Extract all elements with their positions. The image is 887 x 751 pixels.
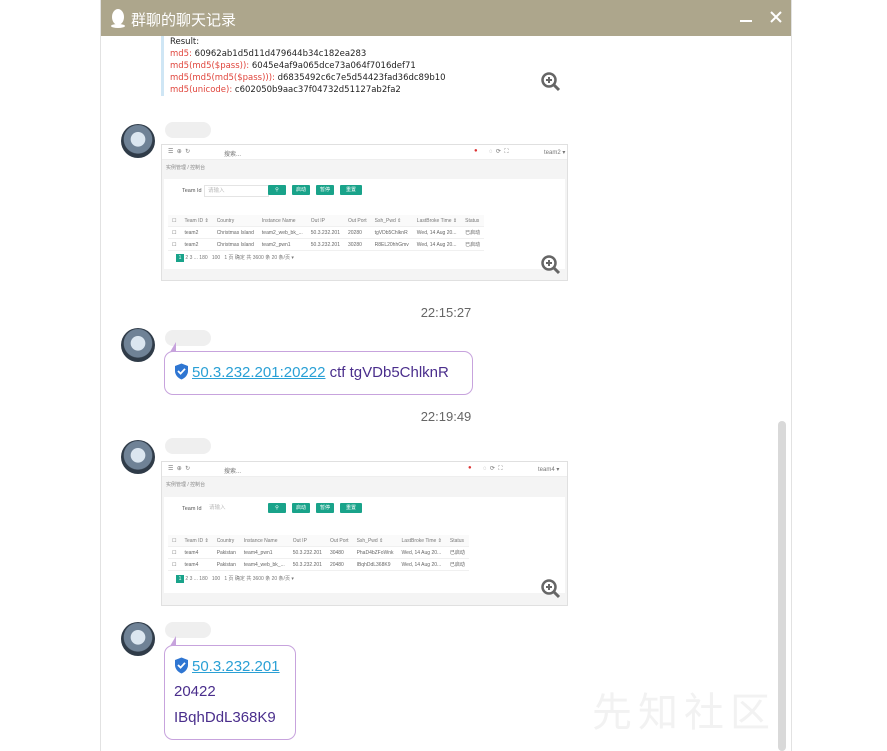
- avatar[interactable]: [121, 440, 155, 474]
- admin-panel-screenshot[interactable]: ☰ ⊕ ↻ 搜索... ● ◌ ⟳ ⛶ team2 ▾ 实例管理 / 控制台 T…: [161, 144, 568, 281]
- timestamp: 22:15:27: [420, 305, 472, 320]
- message-link[interactable]: 50.3.232.201:20222: [192, 364, 325, 381]
- screenshot-topbar: ☰ ⊕ ↻ 搜索... ● ◌ ⟳ ⛶ team4 ▾: [162, 462, 567, 477]
- shield-icon: [175, 657, 188, 674]
- zoom-in-icon[interactable]: [541, 579, 561, 599]
- admin-panel-screenshot[interactable]: ☰ ⊕ ↻ 搜索... ● ◌ ⟳ ⛶ team4 ▾ 实例管理 / 控制台 T…: [161, 461, 568, 606]
- avatar[interactable]: [121, 124, 155, 158]
- qq-penguin-icon: [111, 9, 125, 28]
- message-link[interactable]: 50.3.232.201: [192, 658, 280, 675]
- hash-line: md5: 60962ab1d5d11d479644b34c182ea283: [170, 49, 367, 59]
- screenshot-panel: Team Id 请输入 ⚲ 启动 暂停 重置 ☐ Team ID ⇕ Country…: [164, 179, 565, 269]
- screenshot-pager: 1 2 3 ... 180 100 1 页 确定 共 3600 条 20 条/页…: [176, 575, 294, 583]
- message-bubble[interactable]: 50.3.232.201 20422 IBqhDdL368K9: [164, 636, 296, 740]
- message-text-line: IBqhDdL368K9: [174, 709, 276, 726]
- hash-line: md5(md5($pass)): 6045e4af9a065dce73a064f…: [170, 61, 416, 71]
- message-text-line: 20422: [174, 683, 216, 700]
- shield-icon: [175, 363, 188, 380]
- close-icon[interactable]: [767, 8, 785, 26]
- screenshot-topbar: ☰ ⊕ ↻ 搜索... ● ◌ ⟳ ⛶ team2 ▾: [162, 145, 567, 160]
- hash-line: md5(unicode): c602050b9aac37f04732d51127…: [170, 85, 401, 95]
- screenshot-breadcrumb: 实例管理 / 控制台: [166, 482, 206, 488]
- scrollbar[interactable]: [778, 421, 786, 751]
- minimize-icon[interactable]: [737, 8, 755, 26]
- result-label: Result:: [170, 37, 200, 47]
- screenshot-breadcrumb: 实例管理 / 控制台: [166, 165, 206, 171]
- title-bar: 群聊的聊天记录: [101, 0, 791, 36]
- message-text: ctf tgVDb5ChlknR: [325, 364, 449, 381]
- avatar[interactable]: [121, 328, 155, 362]
- watermark: 先知社区: [592, 690, 776, 736]
- sender-name-blurred: [165, 438, 211, 454]
- avatar[interactable]: [121, 622, 155, 656]
- message-bubble[interactable]: 50.3.232.201:20222 ctf tgVDb5ChlknR: [164, 342, 473, 395]
- hash-result-block: Result: md5: 60962ab1d5d11d479644b34c182…: [161, 36, 470, 96]
- screenshot-panel: Team Id 请输入 ⚲ 启动 暂停 重置 ☐ Team ID ⇕ Country…: [164, 497, 565, 593]
- zoom-in-icon[interactable]: [541, 72, 561, 92]
- window-title: 群聊的聊天记录: [131, 12, 237, 29]
- hash-line: md5(md5(md5($pass))): d6835492c6c7e5d544…: [170, 73, 446, 83]
- screenshot-table: ☐ Team ID ⇕ Country Instance Name Out IP Out …: [168, 535, 469, 571]
- zoom-in-icon[interactable]: [541, 255, 561, 275]
- chat-history-window: 群聊的聊天记录 Result: md5: 60962ab1d5d11d47964…: [100, 0, 792, 751]
- sender-name-blurred: [165, 122, 211, 138]
- screenshot-table: ☐ Team ID ⇕ Country Instance Name Out IP Out …: [168, 215, 485, 251]
- message-list[interactable]: Result: md5: 60962ab1d5d11d479644b34c182…: [101, 36, 791, 751]
- timestamp: 22:19:49: [420, 409, 472, 424]
- screenshot-pager: 1 2 3 ... 180 100 1 页 确定 共 3600 条 20 条/页…: [176, 254, 294, 262]
